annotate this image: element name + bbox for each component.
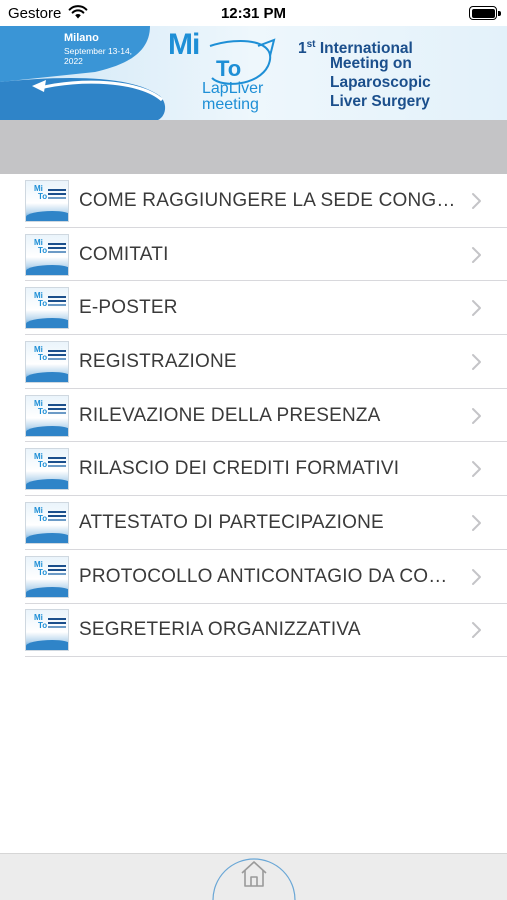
thumbnail-wave — [26, 371, 68, 382]
event-banner: Milano September 13-14, 2022 Mi To LapLi… — [0, 26, 507, 120]
banner-date: September 13-14, — [64, 46, 133, 56]
thumbnail-wave — [26, 210, 68, 221]
menu-item-label: REGISTRAZIONE — [79, 350, 237, 372]
menu-item[interactable]: Mi To ATTESTATO DI PARTECIPAZIONE — [0, 496, 507, 550]
home-tab-button[interactable] — [212, 841, 296, 900]
thumbnail-logo-to: To — [38, 567, 48, 577]
thumbnail-wave — [26, 425, 68, 436]
menu-item-thumbnail: Mi To — [25, 179, 69, 222]
chevron-right-icon — [472, 353, 481, 370]
thumbnail-logo-to: To — [38, 513, 48, 523]
row-separator — [25, 656, 507, 658]
chevron-right-icon — [472, 300, 481, 317]
menu-item-thumbnail: Mi To — [25, 609, 69, 652]
thumbnail-title-lines — [48, 403, 66, 406]
menu-item-label: ATTESTATO DI PARTECIPAZIONE — [79, 511, 384, 533]
thumbnail-logo: Mi To — [34, 453, 47, 469]
battery-icon — [469, 6, 501, 20]
menu-item-thumbnail: Mi To — [25, 555, 69, 598]
chevron-right-icon — [472, 514, 481, 531]
chevron-right-icon — [472, 246, 481, 263]
thumbnail-wave — [26, 264, 68, 275]
menu-item-thumbnail: Mi To — [25, 501, 69, 544]
thumbnail-logo: Mi To — [34, 238, 48, 255]
thumbnail-title-lines — [48, 296, 66, 299]
thumbnail-logo-to: To — [38, 406, 48, 416]
menu-item-thumbnail: Mi To — [25, 448, 69, 491]
thumbnail-wave — [26, 640, 68, 651]
menu-item-label: COMITATI — [79, 243, 169, 265]
menu-item[interactable]: Mi To E-POSTER — [0, 281, 507, 336]
menu-item-label: PROTOCOLLO ANTICONTAGIO DA COVID-19 — [79, 565, 459, 587]
thumbnail-title-lines — [48, 349, 66, 352]
thumbnail-logo: Mi To — [34, 614, 47, 630]
thumbnail-logo: Mi To — [34, 184, 48, 201]
thumbnail-title-lines — [48, 564, 66, 567]
thumbnail-wave — [26, 532, 68, 543]
menu-item-label: E-POSTER — [79, 297, 178, 319]
banner-logo-to: To — [216, 56, 242, 81]
thumbnail-title-lines — [48, 457, 66, 460]
menu-item-thumbnail: Mi To — [25, 340, 69, 383]
chevron-right-icon — [472, 568, 481, 585]
menu-item-thumbnail: Mi To — [25, 394, 69, 437]
menu-item[interactable]: Mi To SEGRETERIA ORGANIZZATIVA — [0, 603, 507, 658]
status-bar: Gestore 12:31 PM — [0, 0, 507, 26]
status-time: 12:31 PM — [220, 5, 287, 22]
thumbnail-logo: Mi To — [34, 560, 48, 577]
thumbnail-wave — [26, 586, 68, 597]
thumbnail-logo-to: To — [38, 352, 48, 362]
menu-item-label: SEGRETERIA ORGANIZZATIVA — [79, 619, 361, 641]
menu-list: MiTo COME RAGGIUNGERE LA SEDE CONGRESSUAL… — [0, 174, 507, 658]
banner-title-ordinal-suffix: st — [306, 39, 316, 50]
thumbnail-logo: Mi To — [34, 345, 48, 362]
banner-gray-band — [0, 120, 507, 174]
menu-item[interactable]: MiTo COME RAGGIUNGERE LA SEDE CONGRESSUAL… — [0, 174, 507, 228]
thumbnail-logo: Mi To — [34, 399, 48, 416]
menu-item-label: COME RAGGIUNGERE LA SEDE CONGRESSUALE — [79, 189, 459, 211]
menu-item-thumbnail: Mi To — [25, 287, 69, 330]
thumbnail-title-lines — [48, 510, 66, 513]
menu-item[interactable]: Mi To RILASCIO DEI CREDITI FORMATIVI — [0, 442, 507, 497]
banner-logo-mi: Mi — [168, 28, 200, 61]
thumbnail-logo-to: To — [38, 191, 48, 201]
banner-city: Milano — [64, 32, 99, 44]
thumbnail-title-lines — [48, 618, 66, 621]
banner-title-line3: Laparoscopic — [330, 74, 431, 91]
menu-item[interactable]: Mi To PROTOCOLLO ANTICONTAGIO DA COVID-19 — [0, 549, 507, 604]
thumbnail-wave — [26, 318, 68, 329]
thumbnail-title-lines — [48, 188, 66, 191]
chevron-right-icon — [472, 192, 481, 209]
menu-item[interactable]: Mi To COMITATI — [0, 227, 507, 282]
banner-year: 2022 — [64, 56, 83, 66]
thumbnail-wave — [26, 479, 68, 490]
banner-logo-meeting: meeting — [202, 96, 259, 113]
thumbnail-title-lines — [48, 242, 66, 245]
thumbnail-logo-to: To — [38, 621, 48, 631]
thumbnail-logo-to: To — [38, 245, 48, 255]
banner-title-ordinal: 1 — [298, 40, 307, 57]
banner-title-line2: Meeting on — [330, 55, 412, 72]
menu-item-thumbnail: Mi To — [25, 233, 69, 276]
menu-item-label: RILEVAZIONE DELLA PRESENZA — [79, 404, 381, 426]
thumbnail-logo: Mi To — [34, 506, 48, 523]
menu-item[interactable]: Mi To REGISTRAZIONE — [0, 335, 507, 389]
thumbnail-logo: Mi To — [34, 292, 47, 308]
banner-title-line4: Liver Surgery — [330, 93, 430, 110]
menu-item-label: RILASCIO DEI CREDITI FORMATIVI — [79, 458, 400, 480]
chevron-right-icon — [472, 622, 481, 639]
thumbnail-logo-to: To — [38, 299, 48, 309]
menu-item[interactable]: Mi To RILEVAZIONE DELLA PRESENZA — [0, 388, 507, 443]
thumbnail-logo-to: To — [38, 460, 48, 470]
chevron-right-icon — [472, 461, 481, 478]
chevron-right-icon — [472, 407, 481, 424]
